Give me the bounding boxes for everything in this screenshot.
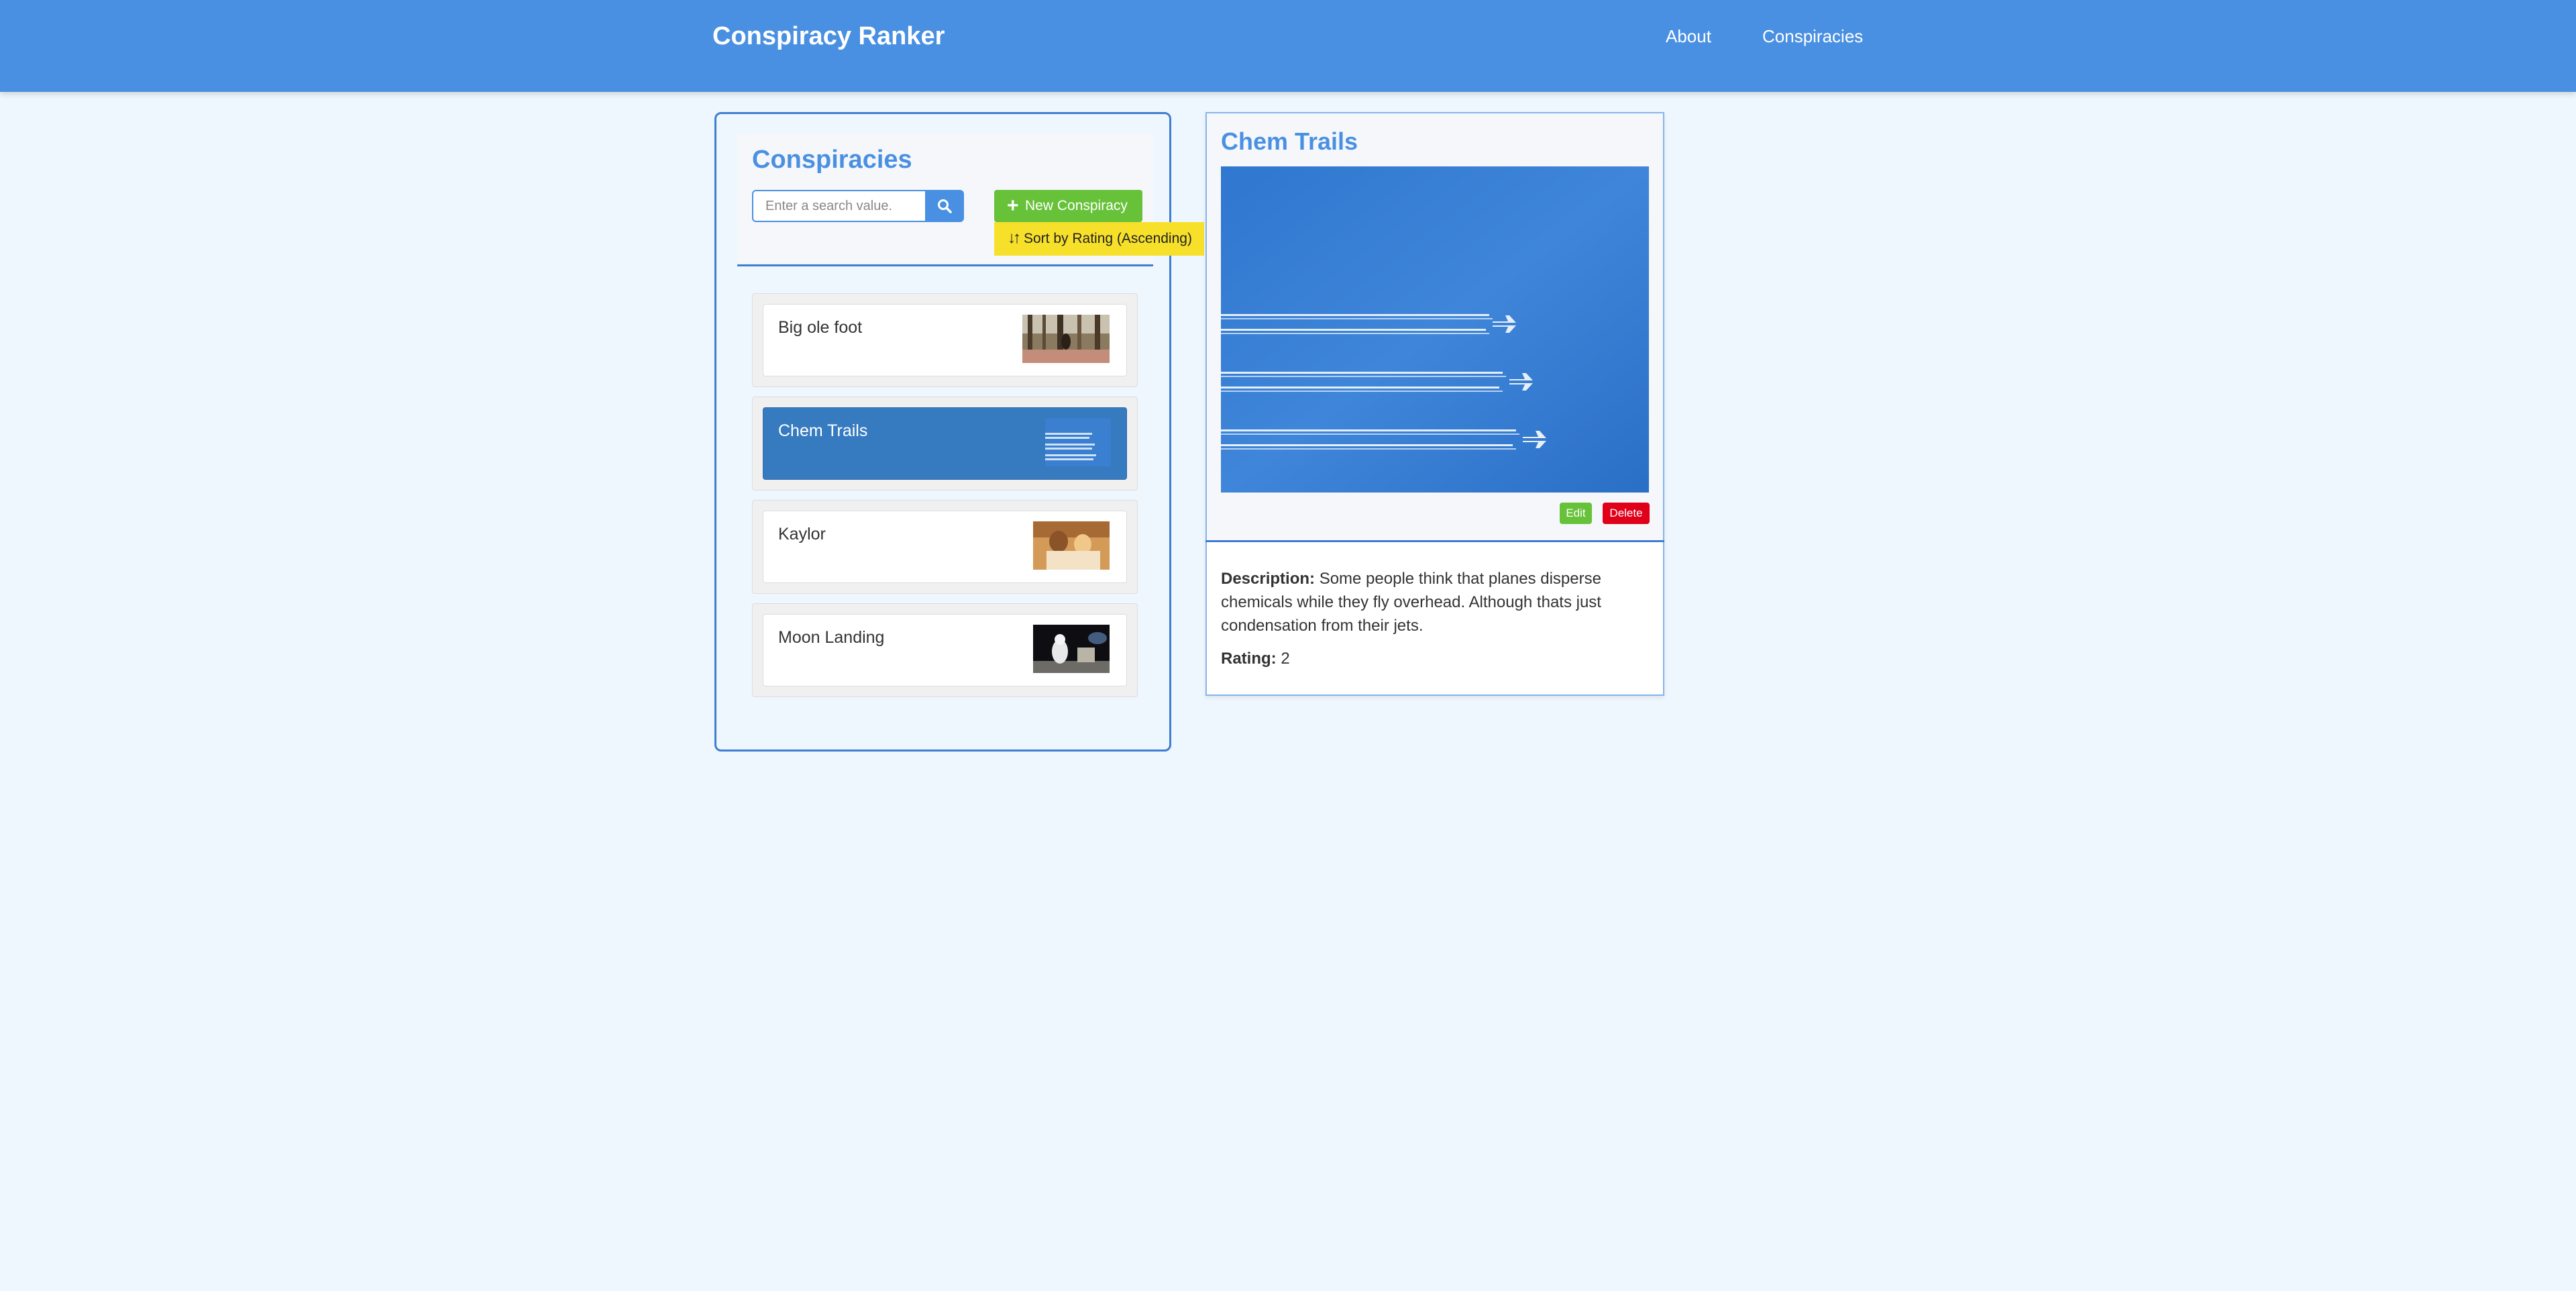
- detail-image: [1221, 166, 1649, 493]
- list-item[interactable]: Kaylor: [752, 500, 1138, 594]
- list-item-card-selected: Chem Trails: [763, 407, 1127, 480]
- list-item-name: Moon Landing: [778, 628, 885, 647]
- list-item-card: Moon Landing: [763, 614, 1127, 686]
- nav-link-conspiracies[interactable]: Conspiracies: [1762, 24, 1863, 48]
- detail-description: Description: Some people think that plan…: [1221, 567, 1650, 637]
- edit-button[interactable]: Edit: [1560, 503, 1592, 524]
- rating-value: 2: [1281, 650, 1290, 668]
- list-item-name: Kaylor: [778, 525, 826, 544]
- list-item[interactable]: Chem Trails: [752, 397, 1138, 490]
- new-conspiracy-label: New Conspiracy: [1025, 198, 1128, 213]
- rating-label: Rating:: [1221, 650, 1277, 668]
- delete-button[interactable]: Delete: [1603, 503, 1650, 524]
- list-item[interactable]: Moon Landing: [752, 603, 1138, 697]
- list-item-name: Chem Trails: [778, 421, 868, 440]
- detail-divider: [1205, 540, 1664, 542]
- astronaut-thumbnail: [1033, 625, 1110, 673]
- sort-button-label: Sort by Rating (Ascending): [1024, 231, 1192, 246]
- sky-thumbnail: [1045, 418, 1111, 466]
- detail-rating: Rating: 2: [1221, 647, 1290, 670]
- description-label: Description:: [1221, 570, 1316, 588]
- list-item-card: Kaylor: [763, 511, 1127, 583]
- sort-by-rating-button[interactable]: ↓↑ Sort by Rating (Ascending): [994, 222, 1204, 256]
- list-panel-title: Conspiracies: [752, 146, 912, 174]
- app-brand[interactable]: Conspiracy Ranker: [712, 20, 945, 52]
- search-input[interactable]: [752, 190, 925, 222]
- plus-icon: +: [1007, 195, 1019, 217]
- list-item-card: Big ole foot: [763, 304, 1127, 376]
- detail-title: Chem Trails: [1221, 127, 1358, 155]
- couple-thumbnail: [1033, 521, 1110, 570]
- forest-thumbnail: [1022, 315, 1110, 363]
- nav-link-about[interactable]: About: [1666, 24, 1711, 48]
- new-conspiracy-button[interactable]: + New Conspiracy: [994, 190, 1142, 222]
- search-icon: [938, 199, 952, 213]
- list-item-name: Big ole foot: [778, 318, 863, 337]
- list-divider: [737, 264, 1153, 266]
- sort-icon: ↓↑: [1008, 229, 1021, 247]
- list-item[interactable]: Big ole foot: [752, 293, 1138, 387]
- top-navbar: Conspiracy Ranker About Conspiracies: [0, 0, 2576, 92]
- search-button[interactable]: [925, 190, 964, 222]
